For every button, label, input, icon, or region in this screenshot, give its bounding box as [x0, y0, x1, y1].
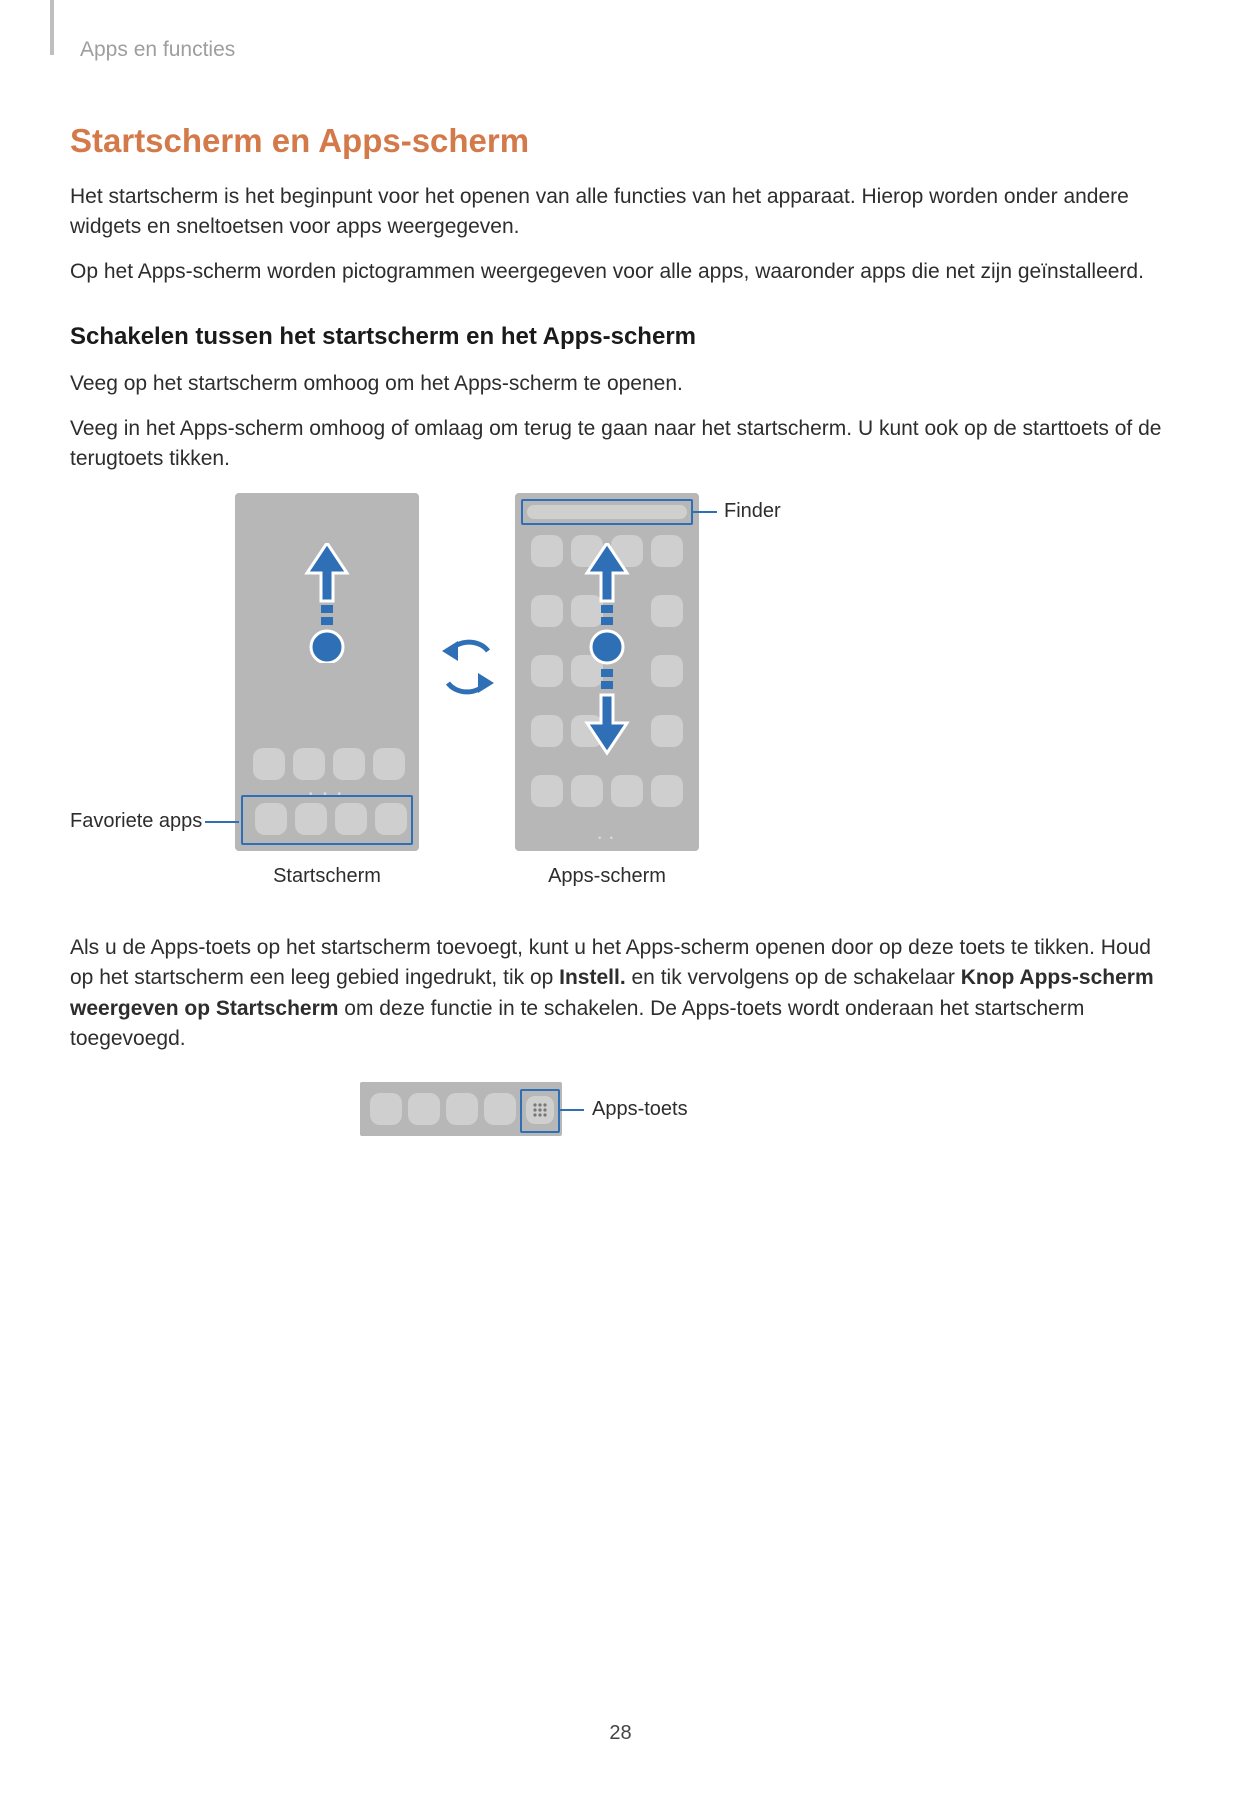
callout-line [205, 821, 239, 823]
app-icon [651, 595, 683, 627]
app-icon [651, 715, 683, 747]
app-icon [255, 803, 287, 835]
callout-line [693, 511, 717, 513]
para-5: Als u de Apps-toets op het startscherm t… [70, 933, 1171, 1055]
app-icon [531, 775, 563, 807]
header-rule [50, 0, 54, 55]
breadcrumb: Apps en functies [80, 38, 1171, 62]
finder-search-box [521, 499, 693, 525]
para5-c: en tik vervolgens op de schakelaar [626, 966, 961, 989]
finder-search-pill [527, 505, 687, 519]
app-icon [335, 803, 367, 835]
app-icon [370, 1093, 402, 1125]
app-icon [373, 748, 405, 780]
app-icon [651, 775, 683, 807]
dock-with-apps-button [360, 1082, 562, 1136]
swap-arrows-icon [438, 633, 498, 713]
app-icon [531, 595, 563, 627]
app-icon [375, 803, 407, 835]
swipe-up-down-arrow-icon [583, 543, 631, 773]
app-icon [611, 775, 643, 807]
callout-line [560, 1109, 584, 1111]
para-4: Veeg in het Apps-scherm omhoog of omlaag… [70, 414, 1171, 475]
app-icon [293, 748, 325, 780]
app-icon [651, 535, 683, 567]
app-icon [484, 1093, 516, 1125]
app-icon [531, 655, 563, 687]
app-icon [531, 535, 563, 567]
app-icon [333, 748, 365, 780]
callout-apps-toets: Apps-toets [592, 1098, 688, 1121]
phone-apps-illustration: • • [515, 493, 699, 851]
app-icon [408, 1093, 440, 1125]
apps-button-highlight-box [520, 1089, 560, 1133]
callout-finder: Finder [724, 500, 781, 523]
phone-home-illustration: • • • [235, 493, 419, 851]
para-3: Veeg op het startscherm omhoog om het Ap… [70, 369, 1171, 399]
intro-para-1: Het startscherm is het beginpunt voor he… [70, 182, 1171, 243]
diagram-apps-button: Apps-toets [70, 1072, 1171, 1162]
subheading: Schakelen tussen het startscherm en het … [70, 323, 1171, 351]
callout-favorites: Favoriete apps [70, 810, 202, 833]
page-title: Startscherm en Apps-scherm [70, 122, 1171, 160]
app-icon [295, 803, 327, 835]
favorites-dock-box [241, 795, 413, 845]
app-icon [446, 1093, 478, 1125]
app-icon [571, 775, 603, 807]
page-number: 28 [70, 1722, 1171, 1745]
swipe-up-arrow-icon [303, 543, 351, 663]
caption-apps: Apps-scherm [515, 865, 699, 888]
caption-home: Startscherm [235, 865, 419, 888]
app-icon [253, 748, 285, 780]
page-indicator-dots: • • [515, 833, 699, 843]
app-icon [651, 655, 683, 687]
apps-button-icon [526, 1096, 554, 1124]
intro-para-2: Op het Apps-scherm worden pictogrammen w… [70, 257, 1171, 287]
diagram-screens: • • • [70, 493, 1171, 933]
para5-b-bold: Instell. [559, 966, 626, 989]
app-icon [531, 715, 563, 747]
